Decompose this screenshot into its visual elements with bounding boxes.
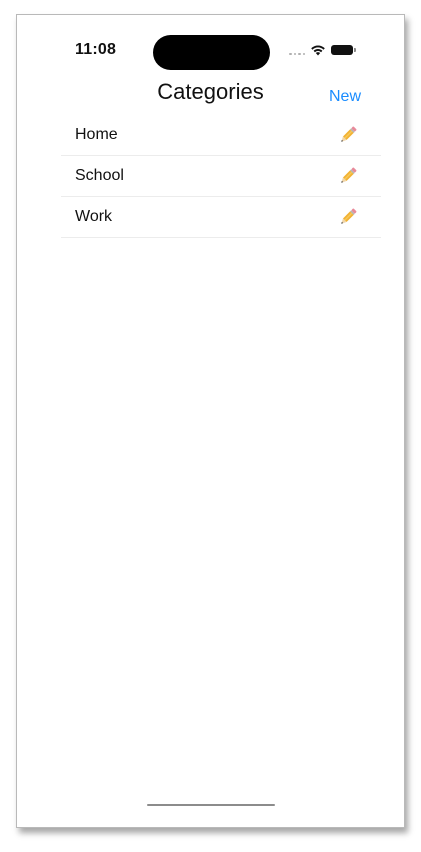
cellular-signal-icon: [289, 45, 305, 55]
category-row-home[interactable]: Home: [61, 115, 381, 156]
category-label: Work: [75, 208, 113, 225]
new-category-button[interactable]: New: [329, 88, 361, 106]
category-row-work[interactable]: Work: [61, 197, 381, 238]
battery-icon: [331, 45, 356, 55]
status-icons: [289, 40, 356, 60]
category-row-school[interactable]: School: [61, 156, 381, 197]
category-list: Home School Work: [61, 115, 381, 238]
device-frame: 11:08 Categories New Home School Work: [16, 14, 405, 828]
dynamic-island: [153, 35, 270, 70]
app-screen: 11:08 Categories New Home School Work: [17, 15, 404, 827]
category-label: Home: [75, 126, 118, 143]
pencil-icon[interactable]: [337, 124, 359, 146]
category-label: School: [75, 167, 124, 184]
status-time: 11:08: [75, 41, 117, 58]
pencil-icon[interactable]: [337, 206, 359, 228]
pencil-icon[interactable]: [337, 165, 359, 187]
wifi-icon: [310, 44, 326, 56]
home-indicator[interactable]: [147, 804, 275, 806]
